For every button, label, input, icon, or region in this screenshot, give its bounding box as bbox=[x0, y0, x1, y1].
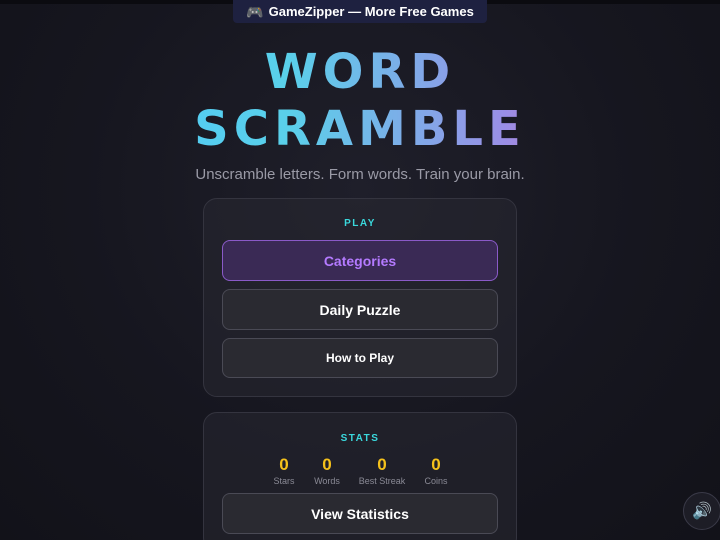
stat-label: Coins bbox=[424, 476, 448, 486]
speaker-icon: 🔊 bbox=[692, 503, 712, 520]
play-heading: PLAY bbox=[344, 218, 376, 229]
stats-heading: STATS bbox=[340, 433, 380, 444]
sound-toggle-button[interactable]: 🔊 bbox=[683, 492, 720, 530]
stat-value: 0 bbox=[322, 455, 332, 474]
stat-value: 0 bbox=[431, 455, 441, 474]
gamepad-icon: 🎮 bbox=[246, 3, 264, 20]
stats-panel: STATS 0 Stars 0 Words 0 Best Streak 0 Co… bbox=[203, 412, 517, 540]
daily-puzzle-button[interactable]: Daily Puzzle bbox=[222, 289, 498, 330]
stat-label: Best Streak bbox=[358, 476, 406, 486]
stat-value: 0 bbox=[377, 455, 387, 474]
game-title-line-1: WORD bbox=[0, 48, 720, 96]
view-statistics-button[interactable]: View Statistics bbox=[222, 493, 498, 534]
game-title-line-2: SCRAMBLE bbox=[0, 105, 720, 153]
stat-label: Words bbox=[314, 476, 340, 486]
tagline: Unscramble letters. Form words. Train yo… bbox=[195, 166, 525, 183]
promo-label: GameZipper — More Free Games bbox=[268, 4, 474, 19]
categories-button[interactable]: Categories bbox=[222, 240, 498, 281]
gamezipper-promo-link[interactable]: 🎮 GameZipper — More Free Games bbox=[233, 0, 487, 23]
stat-words: 0 Words bbox=[297, 456, 357, 486]
how-to-play-button[interactable]: How to Play bbox=[222, 338, 498, 378]
play-panel: PLAY Categories Daily Puzzle How to Play bbox=[203, 198, 517, 397]
stat-coins: 0 Coins bbox=[406, 456, 466, 486]
stat-best-streak: 0 Best Streak bbox=[352, 456, 412, 486]
